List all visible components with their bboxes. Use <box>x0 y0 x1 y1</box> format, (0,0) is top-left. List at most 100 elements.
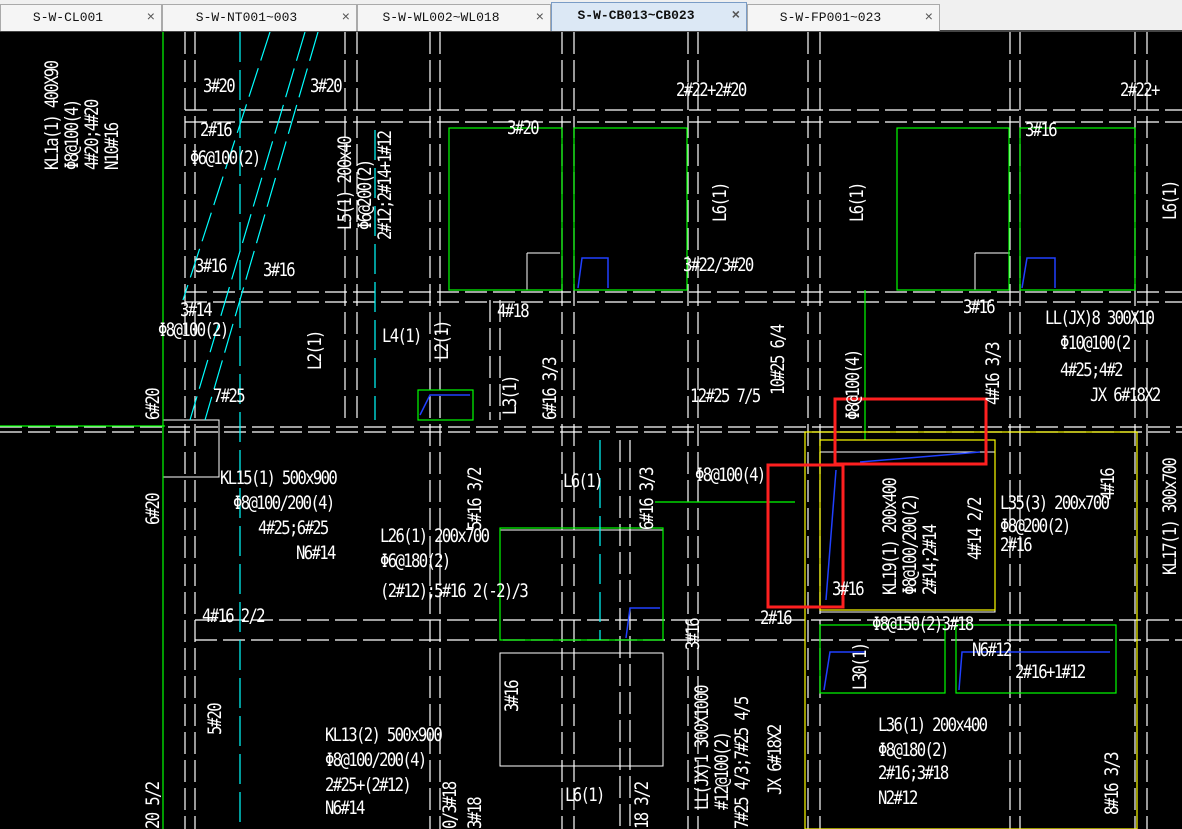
tab-label: S-W-NT001~003 <box>195 10 298 25</box>
vertical-annotation: L6(1) <box>709 183 731 222</box>
annotation-text: 3#20 <box>310 75 343 97</box>
vertical-annotation: 3#16 <box>682 619 704 650</box>
vertical-annotation: L2(1) <box>431 321 453 360</box>
annotation-text: L6(1) <box>565 784 605 806</box>
annotation-text: 3#20 <box>507 117 540 139</box>
annotation-text: N2#12 <box>878 787 918 809</box>
highlight-boxes <box>766 397 988 609</box>
tab-s-w-cb013[interactable]: S-W-CB013~CB023 × <box>551 2 747 31</box>
annotation-text: N6#14 <box>296 542 336 564</box>
vertical-annotation: 18 3/2 <box>631 782 653 829</box>
annotation-text: 3#16 <box>195 255 228 277</box>
tab-label: S-W-CL001 <box>32 10 104 25</box>
vertical-annotation: 7#25 4/3;7#25 4/5 <box>731 697 753 829</box>
annotation-text: 2#16 <box>1000 534 1033 556</box>
annotation-text: 4#16 2/2 <box>202 605 266 627</box>
vertical-annotation: Φ6@200(2) <box>354 160 376 230</box>
annotation-text: 2#16;3#18 <box>878 762 949 784</box>
vertical-annotation: LL(JX)1 300X1000 <box>691 686 713 810</box>
annotation-text: N6#12 <box>972 639 1012 661</box>
annotation-text: Φ8@100(4) <box>695 464 766 486</box>
annotation-text: 7#25 <box>213 385 246 407</box>
vertical-annotation: 4#16 <box>1097 469 1119 500</box>
close-icon[interactable]: × <box>732 3 740 29</box>
annotation-text: 3#14 <box>180 299 213 321</box>
annotation-text: Φ8@200(2) <box>1000 515 1071 537</box>
vertical-annotation: JX 6#18X2 <box>764 725 786 795</box>
tab-s-w-cl001[interactable]: S-W-CL001 × <box>0 4 162 31</box>
vertical-annotation: L3(1) <box>499 376 521 415</box>
vertical-annotation: #12@100(2) <box>711 732 733 810</box>
vertical-annotation: 2#12;2#14+1#12 <box>374 131 396 240</box>
annotation-text: 3#16 <box>1025 119 1058 141</box>
vertical-annotation: Φ8@100(4) <box>842 350 864 420</box>
tab-label: S-W-WL002~WL018 <box>382 10 500 25</box>
vertical-annotation: 2#14;2#14 <box>919 525 941 595</box>
vertical-annotation: 8#16 3/3 <box>1101 753 1123 815</box>
vertical-annotation: L2(1) <box>304 331 326 370</box>
vertical-annotation: 0/3#18 <box>439 782 461 829</box>
annotation-text: Φ8@180(2) <box>878 739 949 761</box>
vertical-annotation: Φ8@100/200(2) <box>899 494 921 595</box>
vertical-annotation: 4#20;4#20 <box>81 100 103 170</box>
annotation-text: 4#25;4#2 <box>1060 359 1124 381</box>
tab-s-w-fp001[interactable]: S-W-FP001~023 × <box>747 4 940 31</box>
close-icon[interactable]: × <box>147 5 155 31</box>
annotation-text: L6(1) <box>563 470 603 492</box>
annotation-text: Φ8@100/200(4) <box>325 749 427 771</box>
vertical-annotation: 10#25 6/4 <box>767 325 789 395</box>
vertical-annotation: L5(1) 200x40 <box>334 137 356 230</box>
vertical-annotation: 6#16 3/3 <box>636 468 658 530</box>
vertical-annotation: KL17(1) 300x700 <box>1159 458 1181 575</box>
annotation-text: 3#16 <box>963 296 996 318</box>
close-icon[interactable]: × <box>536 5 544 31</box>
annotation-text: KL13(2) 500x900 <box>325 724 443 746</box>
vertical-annotation: L6(1) <box>1159 181 1181 220</box>
annotation-text: 2#16 <box>200 119 233 141</box>
annotation-text: 2#25+(2#12) <box>325 774 412 796</box>
vertical-annotation: 5#16 3/2 <box>464 468 486 530</box>
annotation-text: 3#20 <box>203 75 236 97</box>
annotation-text: 2#22+ <box>1120 79 1160 101</box>
annotation-text: 2#16 <box>760 607 793 629</box>
annotation-text: 3#22/3#20 <box>683 254 754 276</box>
vertical-annotation: L30(1) <box>849 643 871 690</box>
annotation-text: Φ8@100/200(4) <box>233 492 335 514</box>
cad-drawing-canvas[interactable]: 3#20 3#20 2#22+2#20 2#22+ 2#16 Φ6@100(2) 3#20 3… <box>0 32 1182 829</box>
tab-s-w-wl002[interactable]: S-W-WL002~WL018 × <box>357 4 551 31</box>
annotation-text: 2#22+2#20 <box>676 79 747 101</box>
annotation-text: JX 6#18X2 <box>1090 384 1161 406</box>
annotation-text: Φ6@180(2) <box>380 550 451 572</box>
annotation-text: 3#16 <box>832 578 865 600</box>
vertical-annotation: KL1a(1) 400X90 <box>41 61 63 170</box>
vertical-annotation: KL19(1) 200x400 <box>879 478 901 595</box>
annotation-text: L35(3) 200x700 <box>1000 492 1110 514</box>
annotation-text: 4#25;6#25 <box>258 517 329 539</box>
annotation-text: Φ8@150(2)3#18 <box>872 613 974 635</box>
annotation-text: Φ8@100(2) <box>158 319 229 341</box>
close-icon[interactable]: × <box>925 5 933 31</box>
vertical-annotation: 5#20 <box>204 704 226 735</box>
drawing-tab-bar: S-W-CL001 × S-W-NT001~003 × S-W-WL002~WL01… <box>0 0 1182 32</box>
annotation-text: LL(JX)8 300X10 <box>1045 307 1155 329</box>
vertical-annotation: 6#16 3/3 <box>539 358 561 420</box>
annotation-text: (2#12);5#16 2(-2)/3 <box>380 580 529 602</box>
vertical-annotation: 6#20 <box>142 494 164 525</box>
vertical-annotation: 20 5/2 <box>142 782 164 829</box>
annotation-text: 3#16 <box>263 259 296 281</box>
close-icon[interactable]: × <box>342 5 350 31</box>
drawing-linework <box>0 32 1182 829</box>
vertical-annotation: 6#20 <box>142 389 164 420</box>
tab-label: S-W-CB013~CB023 <box>577 8 695 23</box>
tab-s-w-nt001[interactable]: S-W-NT001~003 × <box>162 4 357 31</box>
vertical-annotation: N10#16 <box>101 123 123 170</box>
vertical-annotation: 4#14 2/2 <box>964 498 986 560</box>
tab-label: S-W-FP001~023 <box>779 10 882 25</box>
vertical-annotation: 3#16 <box>501 681 523 712</box>
vertical-annotation: 4#16 3/3 <box>982 343 1004 405</box>
annotation-text: 2#16+1#12 <box>1015 661 1086 683</box>
vertical-annotation: 3#18 <box>464 798 486 829</box>
annotation-text: KL15(1) 500x900 <box>220 467 338 489</box>
annotation-text: 12#25 7/5 <box>690 385 761 407</box>
annotation-text: L36(1) 200x400 <box>878 714 988 736</box>
